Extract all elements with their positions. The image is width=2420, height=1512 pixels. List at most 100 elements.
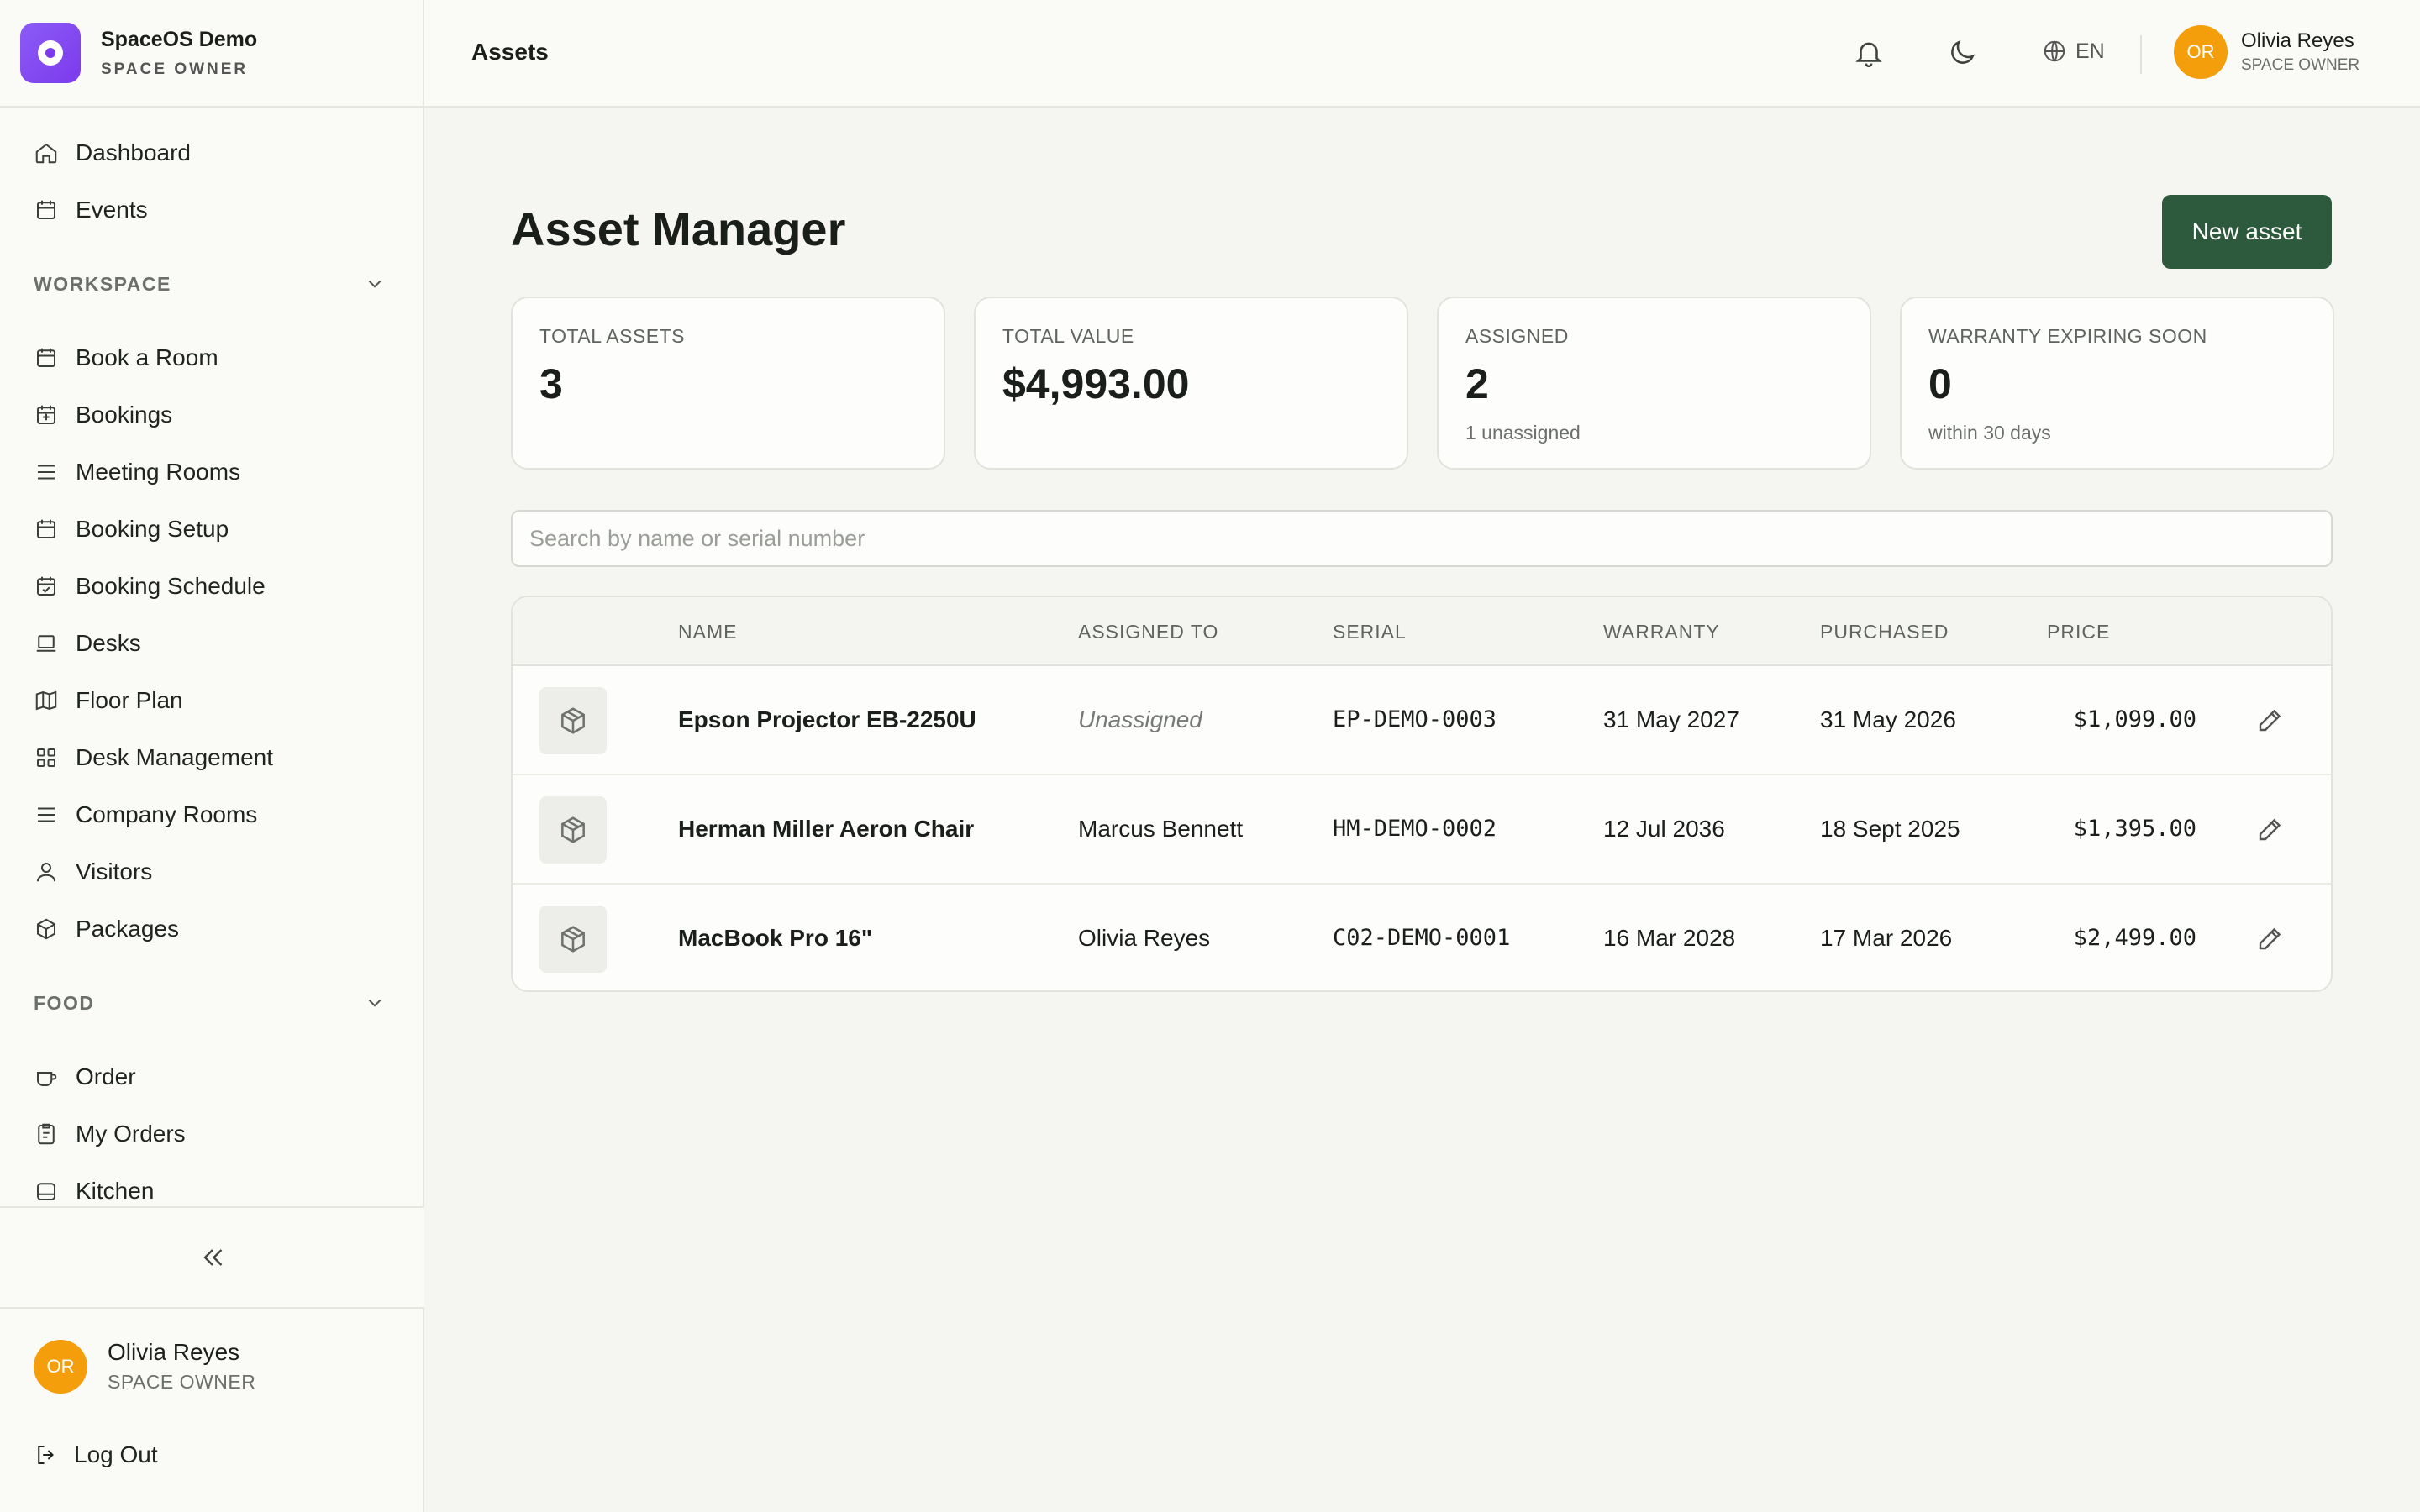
calendar-check-icon: [37, 576, 55, 596]
table-row[interactable]: MacBook Pro 16" Olivia Reyes C02-DEMO-00…: [513, 885, 2331, 990]
sidebar-item-booking-setup[interactable]: Booking Setup: [0, 501, 423, 558]
topbar: Assets EN OR Olivia Reyes SPACE OWNER: [424, 0, 2420, 108]
section-workspace[interactable]: WORKSPACE: [0, 255, 423, 312]
calendar-icon: [37, 519, 55, 538]
sidebar-item-meeting-rooms[interactable]: Meeting Rooms: [0, 444, 423, 501]
new-asset-button[interactable]: New asset: [2162, 195, 2332, 269]
sidebar-item-floor-plan[interactable]: Floor Plan: [0, 672, 423, 729]
stat-card-total-assets: TOTAL ASSETS 3: [511, 297, 945, 470]
user-name: Olivia Reyes: [108, 1339, 240, 1365]
calendar-icon: [37, 200, 55, 219]
sidebar-item-events[interactable]: Events: [0, 181, 423, 239]
column-header-serial[interactable]: SERIAL: [1333, 621, 1407, 643]
package-icon: [37, 918, 55, 940]
stat-label: ASSIGNED: [1465, 325, 1569, 347]
page-breadcrumb-title: Assets: [471, 39, 549, 65]
sidebar-item-book-a-room[interactable]: Book a Room: [0, 329, 423, 386]
column-header-assigned[interactable]: ASSIGNED TO: [1078, 621, 1218, 643]
calendar-icon: [37, 348, 55, 367]
stat-label: WARRANTY EXPIRING SOON: [1928, 325, 2207, 347]
asset-purchased: 18 Sept 2025: [1820, 816, 1960, 842]
stat-subtext: 1 unassigned: [1465, 422, 1581, 444]
collapse-sidebar-icon[interactable]: [197, 1242, 228, 1273]
package-icon: [561, 816, 585, 843]
sidebar-item-desks[interactable]: Desks: [0, 615, 423, 672]
stat-value: 2: [1465, 360, 1489, 407]
sidebar-item-label: Book a Room: [76, 344, 218, 370]
sidebar-item-label: Order: [76, 1063, 136, 1089]
language-switcher[interactable]: EN: [2042, 39, 2105, 64]
sidebar-item-packages[interactable]: Packages: [0, 900, 423, 958]
stat-card-assigned: ASSIGNED 2 1 unassigned: [1437, 297, 1871, 470]
logout-icon: [38, 1446, 54, 1464]
user-menu[interactable]: OR Olivia Reyes SPACE OWNER: [2174, 25, 2360, 79]
sidebar-item-booking-schedule[interactable]: Booking Schedule: [0, 558, 423, 615]
brand-name: SpaceOS Demo: [101, 27, 258, 51]
sidebar-item-label: My Orders: [76, 1121, 186, 1147]
language-code: EN: [2075, 39, 2105, 63]
bell-icon[interactable]: [1853, 37, 1885, 69]
assets-table: NAME ASSIGNED TO SERIAL WARRANTY PURCHAS…: [511, 596, 2333, 992]
sidebar-nav: Dashboard Events WORKSPACE Book a Room B…: [0, 108, 423, 1220]
asset-name: Epson Projector EB-2250U: [678, 706, 976, 732]
chevron-down-icon: [368, 1000, 381, 1007]
column-header-warranty[interactable]: WARRANTY: [1603, 621, 1720, 643]
logout-button[interactable]: Log Out: [34, 1441, 158, 1468]
sidebar-item-order[interactable]: Order: [0, 1048, 423, 1105]
pencil-icon[interactable]: [2255, 814, 2286, 844]
asset-thumbnail: [539, 796, 607, 864]
sidebar-item-my-orders[interactable]: My Orders: [0, 1105, 423, 1163]
sidebar-item-label: Meeting Rooms: [76, 459, 241, 485]
sidebar-item-label: Booking Setup: [76, 516, 229, 542]
asset-price: $2,499.00: [2073, 925, 2196, 951]
asset-serial: HM-DEMO-0002: [1333, 816, 1497, 842]
map-icon: [35, 690, 57, 711]
asset-purchased: 17 Mar 2026: [1820, 925, 1953, 951]
search-input[interactable]: [511, 510, 2333, 567]
asset-warranty: 31 May 2027: [1603, 706, 1739, 732]
column-header-name[interactable]: NAME: [678, 621, 737, 643]
asset-warranty: 16 Mar 2028: [1603, 925, 1736, 951]
user-icon: [37, 863, 55, 882]
brand-logo-icon: [20, 23, 81, 83]
calendar-list-icon: [37, 405, 55, 424]
brand-role: SPACE OWNER: [101, 60, 249, 78]
sidebar-item-dashboard[interactable]: Dashboard: [0, 124, 423, 181]
pencil-icon[interactable]: [2255, 705, 2286, 735]
home-icon: [35, 143, 57, 164]
asset-price: $1,395.00: [2073, 816, 2196, 842]
pencil-icon[interactable]: [2255, 923, 2286, 953]
stat-card-total-value: TOTAL VALUE $4,993.00: [974, 297, 1408, 470]
sidebar-item-label: Visitors: [76, 858, 153, 885]
column-header-price[interactable]: PRICE: [2047, 621, 2110, 643]
column-header-purchased[interactable]: PURCHASED: [1820, 621, 1949, 643]
sidebar-item-desk-management[interactable]: Desk Management: [0, 729, 423, 786]
section-heading: WORKSPACE: [34, 272, 171, 295]
table-row[interactable]: Herman Miller Aeron Chair Marcus Bennett…: [513, 775, 2331, 885]
page-title: Asset Manager: [511, 202, 846, 255]
sidebar: SpaceOS Demo SPACE OWNER Dashboard Event…: [0, 0, 424, 1512]
asset-thumbnail: [539, 906, 607, 973]
asset-serial: C02-DEMO-0001: [1333, 925, 1511, 951]
stat-value: 3: [539, 360, 563, 407]
sidebar-user[interactable]: OR Olivia Reyes SPACE OWNER: [34, 1339, 255, 1394]
sidebar-item-visitors[interactable]: Visitors: [0, 843, 423, 900]
stat-subtext: within 30 days: [1928, 422, 2051, 444]
divider: [2140, 35, 2142, 74]
user-name: Olivia Reyes: [2241, 29, 2354, 52]
sidebar-item-label: Desks: [76, 630, 141, 656]
section-food[interactable]: FOOD: [0, 974, 423, 1032]
lines-icon: [38, 807, 55, 822]
sidebar-collapse-bar: [0, 1206, 424, 1309]
table-header: NAME ASSIGNED TO SERIAL WARRANTY PURCHAS…: [513, 597, 2331, 666]
laptop-icon: [36, 635, 56, 652]
table-row[interactable]: Epson Projector EB-2250U Unassigned EP-D…: [513, 666, 2331, 775]
sidebar-item-company-rooms[interactable]: Company Rooms: [0, 786, 423, 843]
moon-icon[interactable]: [1946, 37, 1978, 69]
asset-assignee: Olivia Reyes: [1078, 925, 1211, 951]
clipboard-icon: [38, 1123, 55, 1145]
brand[interactable]: SpaceOS Demo SPACE OWNER: [0, 0, 423, 108]
kitchen-icon: [37, 1183, 55, 1200]
sidebar-item-bookings[interactable]: Bookings: [0, 386, 423, 444]
stat-card-warranty-expiring: WARRANTY EXPIRING SOON 0 within 30 days: [1900, 297, 2334, 470]
